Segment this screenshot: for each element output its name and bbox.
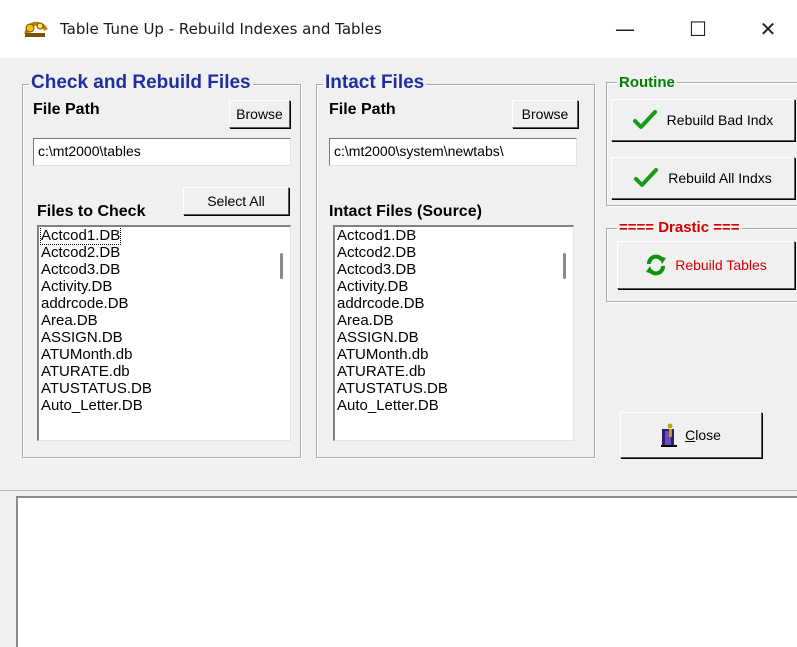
intact-file-path-label: File Path	[329, 101, 396, 118]
close-label: Close	[685, 427, 721, 443]
intact-files-scrollbar[interactable]	[556, 227, 573, 440]
list-item-label: Activity.DB	[337, 278, 409, 295]
list-item[interactable]: Activity.DB	[335, 278, 573, 295]
drastic-group-title: ==== Drastic ===	[617, 219, 742, 236]
drastic-group: ==== Drastic === Rebuild Tables	[606, 219, 797, 302]
list-item[interactable]: ASSIGN.DB	[39, 329, 290, 346]
list-item[interactable]: ATUMonth.db	[335, 346, 573, 363]
close-window-button[interactable]: ✕	[740, 0, 796, 58]
list-item-label: ATURATE.db	[41, 363, 130, 380]
check-rebuild-group-title: Check and Rebuild Files	[29, 72, 253, 94]
minimize-icon: —	[615, 17, 635, 41]
list-item[interactable]: Actcod1.DB	[39, 227, 290, 245]
check-rebuild-group: Check and Rebuild Files File Path Browse…	[22, 72, 301, 458]
list-item-label: addrcode.DB	[41, 295, 129, 312]
client-area: Check and Rebuild Files File Path Browse…	[0, 58, 797, 647]
intact-files-list[interactable]: Actcod1.DB Actcod2.DB Actcod3.DB Activity.D…	[333, 225, 574, 441]
list-item[interactable]: Actcod3.DB	[39, 261, 290, 278]
app-icon	[24, 21, 48, 37]
intact-files-source-label: Intact Files (Source)	[329, 203, 482, 220]
routine-group: Routine Rebuild Bad Indx Rebuild All Ind…	[606, 74, 797, 206]
door-exit-icon	[661, 423, 678, 447]
rebuild-all-indxs-button[interactable]: Rebuild All Indxs	[611, 157, 795, 199]
list-item-label: ATUMonth.db	[337, 346, 429, 363]
list-item-label: addrcode.DB	[337, 295, 425, 312]
browse-button-check[interactable]: Browse	[229, 100, 290, 128]
window-title: Table Tune Up - Rebuild Indexes and Tabl…	[60, 20, 382, 38]
files-to-check-list[interactable]: Actcod1.DB Actcod2.DB Actcod3.DB Activity.D…	[37, 225, 291, 441]
list-item-label: ASSIGN.DB	[41, 329, 123, 346]
list-item[interactable]: ASSIGN.DB	[335, 329, 573, 346]
list-item-label: ASSIGN.DB	[337, 329, 419, 346]
list-item-label: Actcod3.DB	[337, 261, 417, 278]
list-item-label: Actcod2.DB	[41, 244, 121, 261]
rebuild-bad-indx-label: Rebuild Bad Indx	[666, 112, 774, 128]
list-item[interactable]: Auto_Letter.DB	[335, 397, 573, 414]
list-item[interactable]: Area.DB	[335, 312, 573, 329]
intact-files-group: Intact Files File Path Browse c:\mt2000\…	[316, 72, 595, 458]
list-item[interactable]: Actcod1.DB	[335, 227, 573, 244]
list-item[interactable]: Actcod3.DB	[335, 261, 573, 278]
refresh-icon	[646, 254, 667, 276]
intact-files-group-title: Intact Files	[323, 72, 427, 94]
file-path-label: File Path	[33, 101, 100, 118]
routine-group-title: Routine	[617, 74, 677, 91]
list-item[interactable]: Auto_Letter.DB	[39, 397, 290, 414]
browse-button-intact[interactable]: Browse	[512, 100, 578, 128]
list-item[interactable]: ATUSTATUS.DB	[39, 380, 290, 397]
maximize-icon: ☐	[689, 17, 707, 41]
rebuild-tables-button[interactable]: Rebuild Tables	[617, 241, 795, 289]
list-item-label: Area.DB	[41, 312, 98, 329]
close-icon: ✕	[759, 17, 777, 41]
checkmark-icon	[632, 110, 657, 129]
list-item-label: ATURATE.db	[337, 363, 426, 380]
list-item-label: Actcod2.DB	[337, 244, 417, 261]
files-to-check-label: Files to Check	[37, 203, 146, 220]
scroll-thumb[interactable]	[280, 253, 283, 279]
scroll-thumb[interactable]	[563, 253, 566, 279]
files-to-check-scrollbar[interactable]	[273, 227, 290, 440]
list-item[interactable]: Activity.DB	[39, 278, 290, 295]
intact-files-items: Actcod1.DB Actcod2.DB Actcod3.DB Activity.D…	[335, 227, 573, 414]
select-all-button[interactable]: Select All	[183, 187, 289, 215]
list-item-label: Actcod1.DB	[39, 227, 122, 245]
list-item-label: Auto_Letter.DB	[337, 397, 439, 414]
list-item-label: Activity.DB	[41, 278, 113, 295]
intact-path-input[interactable]: c:\mt2000\system\newtabs\	[329, 138, 577, 166]
list-item-label: ATUMonth.db	[41, 346, 133, 363]
close-button[interactable]: Close	[620, 412, 762, 458]
list-item-label: Area.DB	[337, 312, 394, 329]
list-item[interactable]: addrcode.DB	[335, 295, 573, 312]
files-to-check-items: Actcod1.DB Actcod2.DB Actcod3.DB Activity.D…	[39, 227, 290, 414]
check-path-input[interactable]: c:\mt2000\tables	[33, 138, 291, 166]
output-log-area[interactable]	[16, 496, 797, 647]
checkmark-icon	[634, 168, 659, 187]
maximize-button[interactable]: ☐	[670, 0, 726, 58]
minimize-button[interactable]: —	[597, 0, 653, 58]
title-bar: Table Tune Up - Rebuild Indexes and Tabl…	[0, 0, 797, 58]
rebuild-bad-indx-button[interactable]: Rebuild Bad Indx	[611, 99, 795, 141]
list-item[interactable]: ATURATE.db	[39, 363, 290, 380]
separator-line	[0, 490, 797, 491]
list-item[interactable]: Actcod2.DB	[39, 244, 290, 261]
list-item-label: Actcod3.DB	[41, 261, 121, 278]
list-item[interactable]: ATURATE.db	[335, 363, 573, 380]
list-item-label: ATUSTATUS.DB	[41, 380, 152, 397]
rebuild-all-indxs-label: Rebuild All Indxs	[668, 170, 772, 186]
rebuild-tables-label: Rebuild Tables	[675, 257, 767, 273]
list-item[interactable]: addrcode.DB	[39, 295, 290, 312]
list-item[interactable]: ATUMonth.db	[39, 346, 290, 363]
list-item[interactable]: Actcod2.DB	[335, 244, 573, 261]
list-item-label: Actcod1.DB	[337, 227, 417, 244]
list-item[interactable]: Area.DB	[39, 312, 290, 329]
list-item-label: ATUSTATUS.DB	[337, 380, 448, 397]
list-item-label: Auto_Letter.DB	[41, 397, 143, 414]
list-item[interactable]: ATUSTATUS.DB	[335, 380, 573, 397]
